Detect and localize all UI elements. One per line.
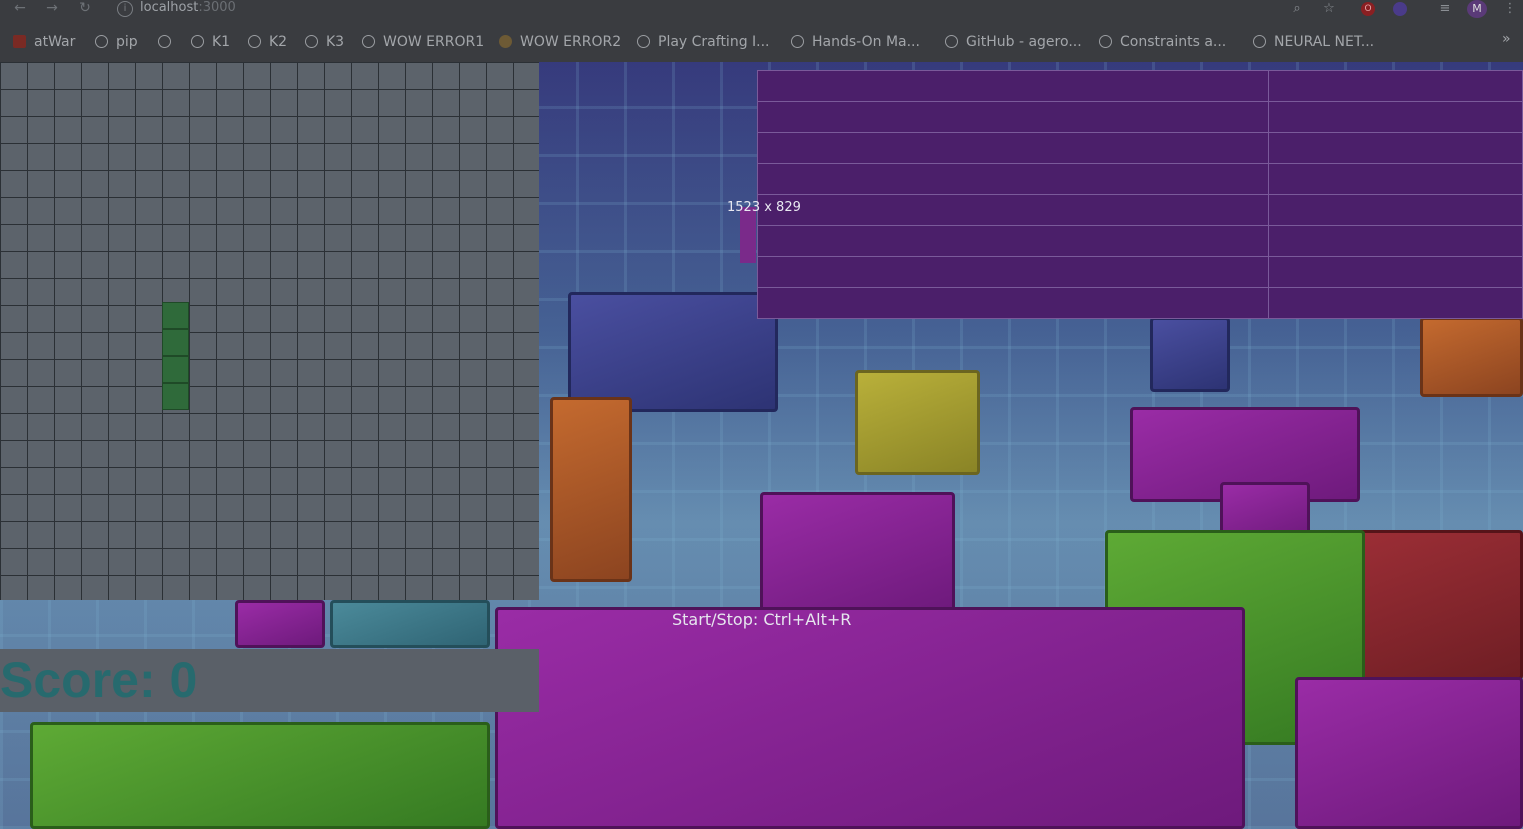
globe-icon xyxy=(637,35,650,48)
globe-icon xyxy=(248,35,261,48)
background-block xyxy=(855,370,980,475)
reload-icon[interactable]: ↻ xyxy=(75,0,95,19)
stats-row xyxy=(757,287,1523,319)
stats-label-cell xyxy=(757,70,1269,102)
score-display: Score: 0 xyxy=(0,649,539,712)
stats-value-cell xyxy=(1268,194,1523,226)
stats-label-cell xyxy=(757,194,1269,226)
globe-icon xyxy=(305,35,318,48)
globe-icon xyxy=(191,35,204,48)
globe-icon xyxy=(1253,35,1266,48)
bookmark-constraints[interactable]: Constraints a... xyxy=(1099,33,1226,51)
stats-value-cell xyxy=(1268,101,1523,133)
bookmark-unnamed[interactable] xyxy=(158,33,179,51)
globe-icon xyxy=(1099,35,1112,48)
stats-row xyxy=(757,256,1523,288)
bookmark-k1[interactable]: K1 xyxy=(191,33,230,51)
active-piece-cell xyxy=(162,302,189,329)
background-block xyxy=(1150,317,1230,392)
background-block xyxy=(30,722,490,829)
stats-row xyxy=(757,101,1523,133)
bookmarks-bar: atWar pip K1 K2 K3 WOW ERROR1 WOW ERROR2… xyxy=(0,19,1523,63)
extension-icon[interactable] xyxy=(1393,2,1407,16)
background-block xyxy=(760,492,955,612)
bookmark-wow-error1[interactable]: WOW ERROR1 xyxy=(362,33,484,51)
stats-value-cell xyxy=(1268,163,1523,195)
background-block xyxy=(1420,317,1523,397)
background-block xyxy=(495,607,1245,829)
media-icon[interactable]: ≡ xyxy=(1436,0,1454,18)
background-block xyxy=(235,600,325,648)
bookmark-k3[interactable]: K3 xyxy=(305,33,344,51)
forward-icon[interactable]: → xyxy=(42,0,62,19)
zoom-icon[interactable]: ⌕ xyxy=(1288,0,1306,18)
bookmark-atwar[interactable]: atWar xyxy=(13,33,75,51)
url-port: :3000 xyxy=(198,0,236,15)
stats-value-cell xyxy=(1268,225,1523,257)
marker-block xyxy=(740,207,756,263)
stats-row xyxy=(757,225,1523,257)
background-block xyxy=(1295,677,1523,829)
stats-label-cell xyxy=(757,256,1269,288)
stats-table xyxy=(757,70,1523,319)
stats-value-cell xyxy=(1268,256,1523,288)
opera-extension-icon[interactable]: O xyxy=(1361,2,1375,16)
controls-hint: Start/Stop: Ctrl+Alt+R xyxy=(672,610,852,629)
stats-row xyxy=(757,70,1523,102)
stats-label-cell xyxy=(757,101,1269,133)
active-piece-cell xyxy=(162,383,189,410)
bookmark-wow-error2[interactable]: WOW ERROR2 xyxy=(499,33,621,51)
game-viewport: Score: 0 Start/Stop: Ctrl+Alt+R 1523 x 8… xyxy=(0,62,1523,829)
globe-icon xyxy=(791,35,804,48)
bookmark-hands-on[interactable]: Hands-On Ma... xyxy=(791,33,920,51)
active-piece-cell xyxy=(162,329,189,356)
stats-value-cell xyxy=(1268,132,1523,164)
stats-row xyxy=(757,163,1523,195)
address-bar[interactable]: localhost:3000 xyxy=(140,0,236,15)
globe-icon xyxy=(95,35,108,48)
url-host: localhost xyxy=(140,0,199,15)
tetris-board[interactable] xyxy=(0,62,539,600)
active-piece-cell xyxy=(162,356,189,383)
background-block xyxy=(330,600,490,648)
bookmark-github[interactable]: GitHub - agero... xyxy=(945,33,1082,51)
stats-label-cell xyxy=(757,132,1269,164)
stats-label-cell xyxy=(757,163,1269,195)
stats-label-cell xyxy=(757,225,1269,257)
bookmarks-overflow-button[interactable]: » xyxy=(1502,31,1511,47)
stats-label-cell xyxy=(757,287,1269,319)
stats-value-cell xyxy=(1268,287,1523,319)
browser-toolbar: ← → ↻ i localhost:3000 ⌕ ☆ O ≡ M ⋮ xyxy=(0,0,1523,19)
avatar[interactable]: M xyxy=(1467,0,1487,18)
menu-icon[interactable]: ⋮ xyxy=(1501,0,1519,18)
bookmark-k2[interactable]: K2 xyxy=(248,33,287,51)
stats-value-cell xyxy=(1268,70,1523,102)
site-info-icon[interactable]: i xyxy=(117,1,133,17)
background-block xyxy=(568,292,778,412)
bookmark-neural-net[interactable]: NEURAL NET... xyxy=(1253,33,1374,51)
atwar-icon xyxy=(13,35,26,48)
globe-icon xyxy=(945,35,958,48)
dimensions-overlay: 1523 x 829 xyxy=(727,200,801,215)
background-block xyxy=(550,397,632,582)
globe-icon xyxy=(158,35,171,48)
wow-icon xyxy=(499,35,512,48)
bookmark-play-crafting[interactable]: Play Crafting I... xyxy=(637,33,770,51)
star-icon[interactable]: ☆ xyxy=(1320,0,1338,18)
stats-row xyxy=(757,194,1523,226)
globe-icon xyxy=(362,35,375,48)
stats-row xyxy=(757,132,1523,164)
bookmark-pip[interactable]: pip xyxy=(95,33,138,51)
back-icon[interactable]: ← xyxy=(10,0,30,19)
